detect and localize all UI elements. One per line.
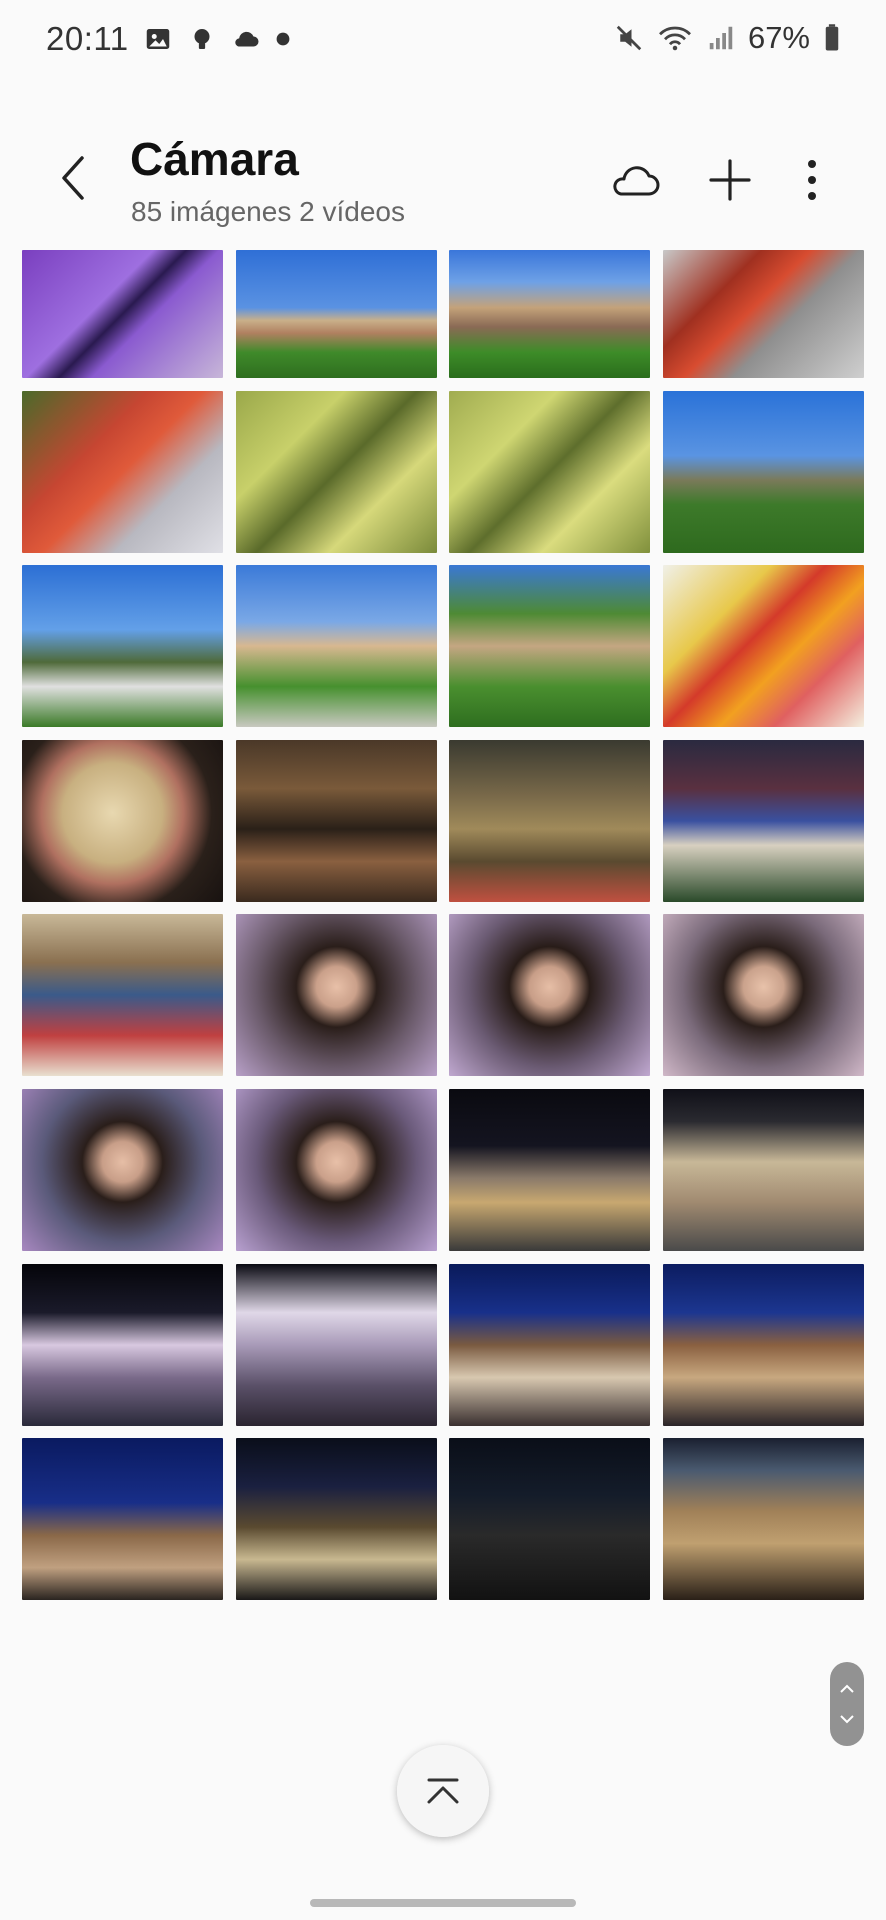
- more-vertical-icon: [808, 160, 816, 200]
- status-time: 20:11: [46, 20, 129, 57]
- photo-thumbnail[interactable]: [22, 1263, 223, 1426]
- album-header: Cámara 85 imágenes 2 vídeos: [0, 120, 886, 240]
- album-title: Cámara: [130, 133, 299, 185]
- battery-percent: 67%: [747, 20, 810, 55]
- photo-thumbnail[interactable]: [235, 1263, 437, 1426]
- album-count: 85 imágenes 2 vídeos: [131, 196, 405, 227]
- photo-thumbnail[interactable]: [662, 739, 864, 902]
- photo-thumbnail[interactable]: [662, 390, 864, 553]
- photo-thumbnail[interactable]: [22, 565, 223, 728]
- add-button[interactable]: [700, 150, 760, 210]
- back-button[interactable]: [48, 148, 98, 208]
- signal-icon: [709, 26, 733, 50]
- photo-thumbnail[interactable]: [449, 739, 651, 902]
- photo-thumbnail[interactable]: [235, 390, 437, 553]
- photo-thumbnail[interactable]: [662, 1263, 864, 1426]
- status-right: 67%: [614, 20, 842, 56]
- photo-thumbnail[interactable]: [235, 914, 437, 1077]
- scroll-to-top-button[interactable]: [397, 1745, 489, 1837]
- photo-thumbnail[interactable]: [449, 914, 651, 1077]
- photo-thumbnail[interactable]: [235, 565, 437, 728]
- photo-thumbnail[interactable]: [662, 1438, 864, 1601]
- photo-grid: [22, 250, 864, 1613]
- battery-icon: [825, 24, 839, 51]
- fast-scroll-handle[interactable]: [830, 1662, 864, 1746]
- cloud-status-icon: [234, 31, 259, 47]
- photo-thumbnail[interactable]: [22, 1088, 223, 1251]
- photo-thumbnail[interactable]: [662, 1088, 864, 1251]
- photo-thumbnail[interactable]: [235, 739, 437, 902]
- back-arrow-icon: [62, 156, 84, 200]
- gallery-icon: [146, 29, 169, 49]
- chevron-down-icon: [840, 1715, 854, 1724]
- photo-thumbnail[interactable]: [235, 1438, 437, 1601]
- status-left: 20:11: [46, 20, 291, 58]
- cloud-icon: [613, 166, 660, 196]
- photo-thumbnail[interactable]: [235, 250, 437, 378]
- photo-thumbnail[interactable]: [662, 565, 864, 728]
- wifi-icon: [658, 26, 691, 51]
- photo-thumbnail[interactable]: [449, 1263, 651, 1426]
- dot-icon: [276, 32, 290, 46]
- photo-thumbnail[interactable]: [662, 250, 864, 378]
- status-bar: 20:11 67%: [0, 0, 886, 82]
- photo-thumbnail[interactable]: [22, 914, 223, 1077]
- bulb-icon: [194, 29, 210, 49]
- photo-thumbnail[interactable]: [22, 1438, 223, 1601]
- navigation-handle[interactable]: [310, 1899, 576, 1907]
- add-icon: [709, 159, 751, 201]
- photo-thumbnail[interactable]: [449, 1438, 651, 1601]
- scroll-top-icon: [427, 1778, 459, 1804]
- cloud-button[interactable]: [605, 150, 665, 210]
- photo-thumbnail[interactable]: [449, 565, 651, 728]
- photo-thumbnail[interactable]: [22, 739, 223, 902]
- photo-thumbnail[interactable]: [449, 250, 651, 378]
- photo-thumbnail[interactable]: [662, 914, 864, 1077]
- photo-thumbnail[interactable]: [449, 1088, 651, 1251]
- photo-thumbnail[interactable]: [22, 250, 223, 378]
- mute-icon: [616, 25, 642, 51]
- photo-thumbnail[interactable]: [235, 1088, 437, 1251]
- photo-thumbnail[interactable]: [22, 390, 223, 553]
- chevron-up-icon: [840, 1684, 854, 1693]
- photo-thumbnail[interactable]: [449, 390, 651, 553]
- more-options-button[interactable]: [782, 150, 842, 210]
